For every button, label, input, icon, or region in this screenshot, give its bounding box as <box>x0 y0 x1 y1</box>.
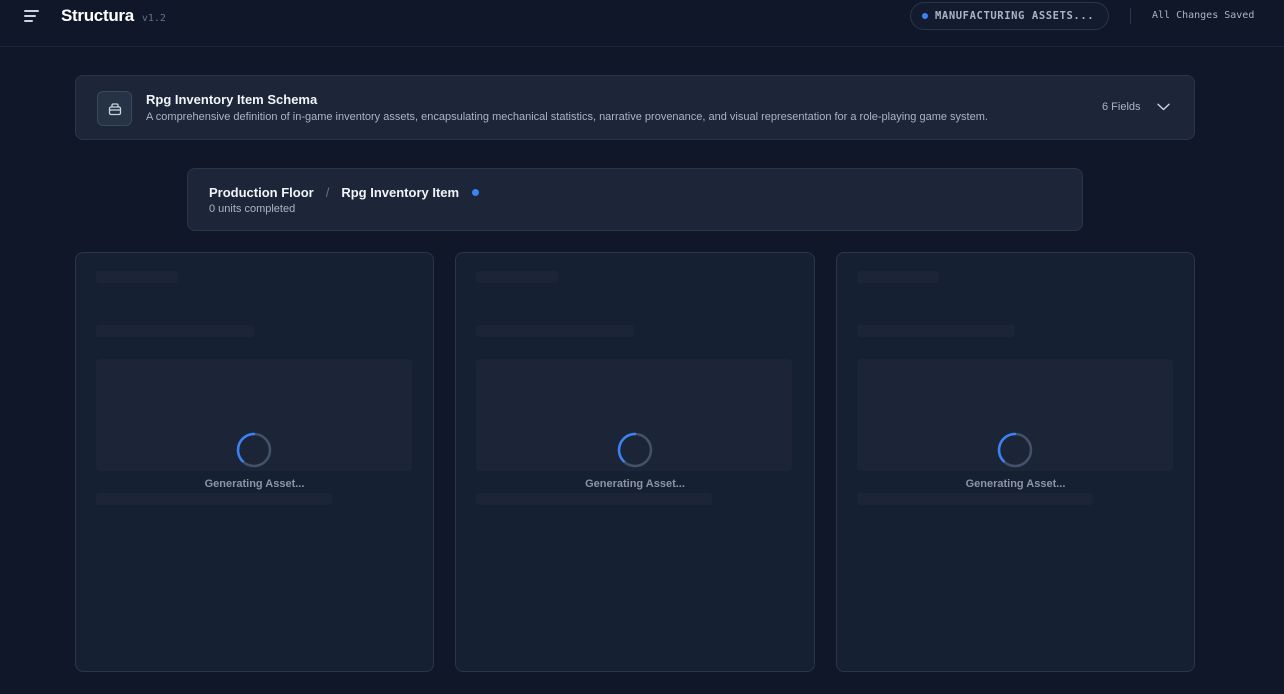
skeleton-line <box>476 325 634 337</box>
loading-spinner-icon <box>997 432 1033 468</box>
context-label: MANUFACTURING ASSETS... <box>935 10 1095 22</box>
breadcrumb-item-rpg-inventory-item: Rpg Inventory Item <box>341 185 460 200</box>
fields-count: 6 Fields <box>1102 101 1141 113</box>
breadcrumb-item-production-floor[interactable]: Production Floor <box>209 185 314 200</box>
chevron-down-icon <box>1156 103 1170 111</box>
save-status: All Changes Saved <box>1152 10 1255 21</box>
loading-spinner-icon <box>236 432 272 468</box>
skeleton-line <box>96 493 332 505</box>
header-divider <box>1130 8 1131 24</box>
asset-card: Generating Asset... <box>455 252 815 672</box>
skeleton-line <box>96 325 254 337</box>
skeleton-line <box>857 493 1093 505</box>
schema-title: Rpg Inventory Item Schema <box>146 92 318 107</box>
menu-icon[interactable] <box>24 9 40 23</box>
status-dot-icon <box>922 13 928 19</box>
package-icon <box>97 91 132 126</box>
breadcrumb: Production Floor / Rpg Inventory Item <box>209 185 480 200</box>
fields-toggle-button[interactable]: 6 Fields <box>1102 98 1170 116</box>
breadcrumb-separator: / <box>325 185 330 200</box>
skeleton-line <box>857 271 939 283</box>
top-bar: Structura v1.2 MANUFACTURING ASSETS... A… <box>0 0 1284 47</box>
app-version: v1.2 <box>141 13 166 24</box>
production-card: Production Floor / Rpg Inventory Item 0 … <box>187 168 1083 231</box>
generating-label: Generating Asset... <box>204 478 305 490</box>
context-selector[interactable]: MANUFACTURING ASSETS... <box>910 2 1109 30</box>
asset-card: Generating Asset... <box>836 252 1195 672</box>
units-completed: 0 units completed <box>209 203 296 215</box>
schema-description: A comprehensive definition of in-game in… <box>146 111 988 123</box>
generating-label: Generating Asset... <box>585 478 685 490</box>
generating-label: Generating Asset... <box>965 478 1066 490</box>
skeleton-line <box>476 271 558 283</box>
asset-card: Generating Asset... <box>75 252 434 672</box>
app-title: Structura <box>61 6 134 25</box>
skeleton-line <box>476 493 712 505</box>
brand: Structura v1.2 <box>61 6 166 26</box>
active-dot-icon <box>472 189 480 196</box>
schema-card: Rpg Inventory Item Schema A comprehensiv… <box>75 75 1195 140</box>
loading-spinner-icon <box>617 432 653 468</box>
skeleton-line <box>96 271 178 283</box>
skeleton-line <box>857 325 1015 337</box>
